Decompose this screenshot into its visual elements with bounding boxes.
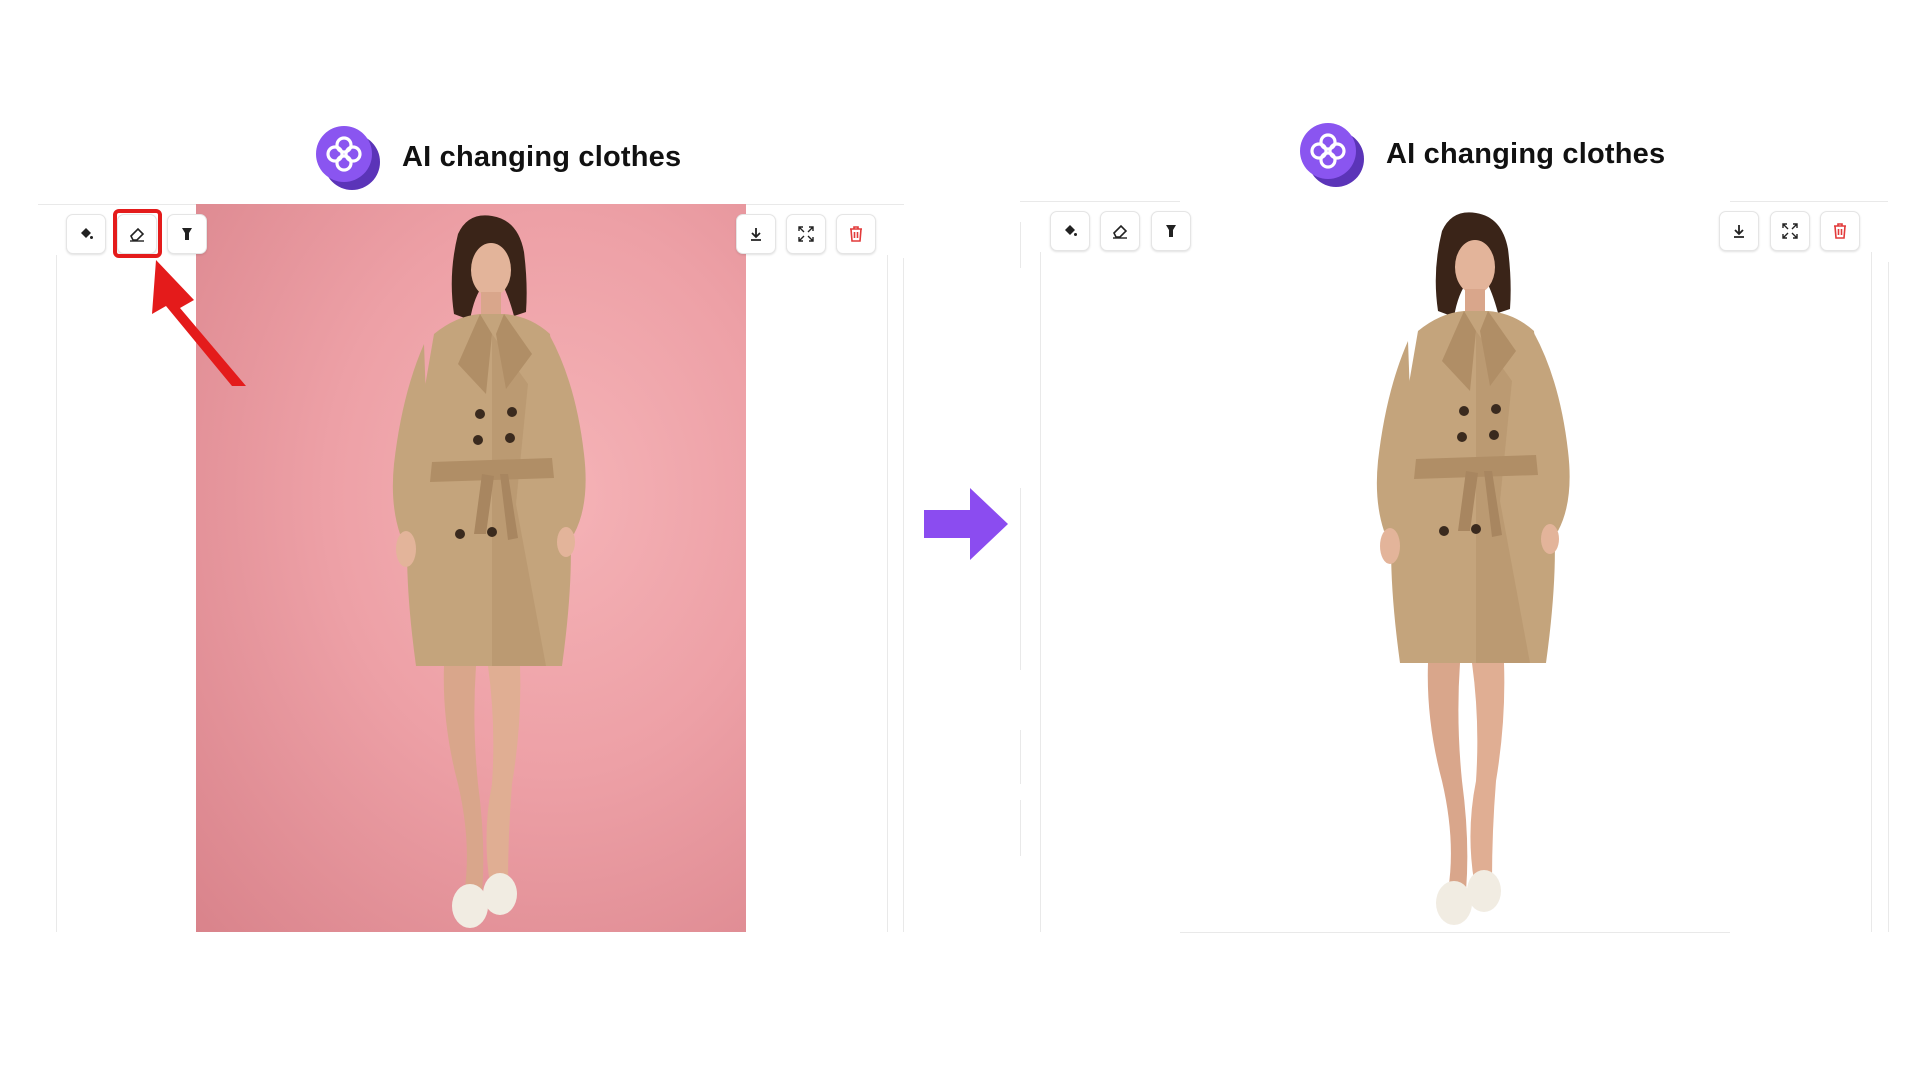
eraser-button[interactable]: [1100, 211, 1140, 251]
panel-border-fragment: [1020, 730, 1021, 784]
highlight-box: [113, 209, 162, 258]
page-title: AI changing clothes: [1386, 137, 1666, 170]
download-button[interactable]: [1719, 211, 1759, 251]
fullscreen-icon: [1782, 223, 1798, 239]
delete-button[interactable]: [1820, 211, 1860, 251]
source-image[interactable]: [196, 204, 746, 932]
panel-border-right: [1871, 252, 1872, 932]
panel-border-fragment: [1020, 222, 1021, 268]
model-figure: [1376, 212, 1570, 925]
paint-bucket-button[interactable]: [1050, 211, 1090, 251]
download-icon: [751, 228, 761, 241]
panel-border-fragment: [1020, 800, 1021, 856]
delete-icon: [850, 226, 862, 242]
eraser-icon: [1113, 224, 1128, 239]
panel-border-left: [1040, 252, 1041, 932]
panel-border-left: [56, 255, 57, 932]
paint-bucket-icon: [1065, 225, 1077, 236]
download-button[interactable]: [736, 214, 776, 254]
paint-bucket-icon: [81, 228, 93, 239]
fullscreen-icon: [798, 226, 814, 242]
panel-border-outer: [1888, 262, 1889, 932]
model-figure: [392, 215, 586, 928]
image-bottom-edge: [1180, 932, 1730, 933]
delete-button[interactable]: [836, 214, 876, 254]
download-icon: [1734, 225, 1744, 238]
right-panel-header: AI changing clothes: [1300, 123, 1666, 187]
panel-border-outer: [903, 258, 904, 932]
left-panel-header: AI changing clothes: [316, 126, 682, 190]
delete-icon: [1834, 223, 1846, 239]
panel-border-fragment: [1020, 488, 1021, 670]
pointer-arrow-icon: [152, 260, 246, 386]
flashlight-button[interactable]: [167, 214, 207, 254]
fullscreen-button[interactable]: [786, 214, 826, 254]
result-image[interactable]: [1180, 201, 1730, 931]
app-logo-icon: [316, 126, 380, 190]
fullscreen-button[interactable]: [1770, 211, 1810, 251]
transform-arrow-icon: [924, 488, 1008, 560]
page-title: AI changing clothes: [402, 140, 682, 173]
paint-bucket-button[interactable]: [66, 214, 106, 254]
flashlight-icon: [182, 228, 192, 240]
app-logo-icon: [1300, 123, 1364, 187]
panel-border-right: [887, 255, 888, 932]
flashlight-icon: [1166, 225, 1176, 237]
flashlight-button[interactable]: [1151, 211, 1191, 251]
